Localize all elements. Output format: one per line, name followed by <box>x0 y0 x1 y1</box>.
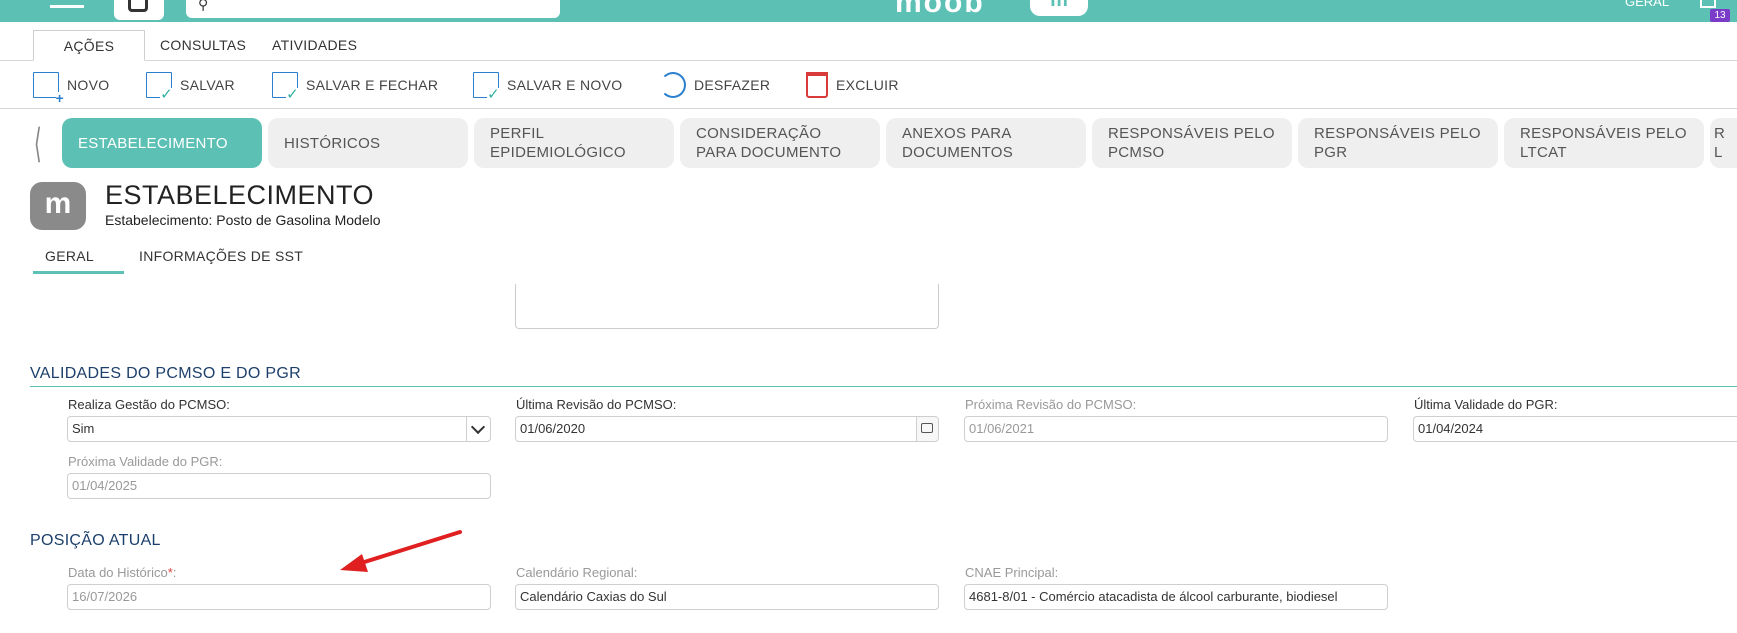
subtab-geral[interactable]: GERAL <box>33 244 124 274</box>
calendario-regional-label: Calendário Regional: <box>516 565 638 580</box>
ultima-revisao-input[interactable]: 01/06/2020 <box>515 416 939 442</box>
ultima-revisao-value: 01/06/2020 <box>520 421 586 436</box>
textarea-field[interactable] <box>515 284 939 329</box>
brand-logo: moob <box>895 0 985 19</box>
proxima-validade-pgr-input: 01/04/2025 <box>67 473 491 499</box>
tab-responsaveis-pcmso[interactable]: RESPONSÁVEIS PELO PCMSO <box>1092 118 1292 168</box>
realiza-gestao-select[interactable]: Sim <box>67 416 491 442</box>
realiza-gestao-value: Sim <box>72 421 95 436</box>
record-tabs: ⟨ ESTABELECIMENTO HISTÓRICOS PERFIL EPID… <box>0 116 1737 170</box>
ultima-validade-pgr-input[interactable]: 01/04/2024 <box>1413 416 1737 442</box>
tab-truncated[interactable]: R L <box>1710 118 1737 168</box>
tab-atividades[interactable]: ATIVIDADES <box>256 30 373 61</box>
data-historico-label-suffix: : <box>172 565 177 580</box>
save-button-label: SALVAR <box>180 77 235 93</box>
proxima-validade-pgr-label: Próxima Validade do PGR: <box>68 454 223 469</box>
company-selector[interactable]: GERAL <box>1625 0 1669 9</box>
trash-icon <box>806 72 828 98</box>
tab-responsaveis-ltcat[interactable]: RESPONSÁVEIS PELO LTCAT <box>1504 118 1704 168</box>
cnae-principal-input[interactable]: 4681-8/01 - Comércio atacadista de álcoo… <box>964 584 1388 610</box>
ultima-validade-pgr-label: Última Validade do PGR: <box>1414 397 1558 412</box>
record-toolbar: + NOVO ✓ SALVAR ✓ SALVAR E FECHAR ✓ SALV… <box>0 61 1737 109</box>
proxima-revisao-input: 01/06/2021 <box>964 416 1388 442</box>
undo-icon <box>660 72 686 98</box>
section-title-posicao: POSIÇÃO ATUAL <box>30 532 161 549</box>
action-menu-tabs: AÇÕES CONSULTAS ATIVIDADES <box>0 22 1737 61</box>
brand-logo-badge: m <box>1030 0 1088 16</box>
subtab-informacoes-sst[interactable]: INFORMAÇÕES DE SST <box>127 244 315 274</box>
undo-button[interactable]: DESFAZER <box>660 69 770 101</box>
save-close-button-label: SALVAR E FECHAR <box>306 77 439 93</box>
entity-subtitle-label: Estabelecimento: <box>105 212 213 228</box>
entity-logo: m <box>30 182 86 230</box>
save-close-button[interactable]: ✓ SALVAR E FECHAR <box>272 69 439 102</box>
home-icon <box>128 0 148 12</box>
bell-icon[interactable] <box>1700 0 1716 8</box>
chevron-down-icon[interactable] <box>466 417 490 441</box>
hamburger-menu-icon[interactable] <box>50 0 84 8</box>
data-historico-label: Data do Histórico*: <box>68 565 176 580</box>
tab-consultas[interactable]: CONSULTAS <box>144 30 262 61</box>
save-icon: ✓ <box>146 72 173 102</box>
ultima-revisao-label: Última Revisão do PCMSO: <box>516 397 677 412</box>
new-button[interactable]: + NOVO <box>33 69 110 105</box>
notification-badge: 13 <box>1710 9 1730 22</box>
new-document-icon: + <box>33 72 64 105</box>
section-title-validades: VALIDADES DO PCMSO E DO PGR <box>30 365 301 382</box>
save-close-icon: ✓ <box>272 72 299 102</box>
search-icon: ⚲ <box>198 0 209 12</box>
save-new-button-label: SALVAR E NOVO <box>507 77 623 93</box>
annotation-arrow-icon <box>340 530 462 572</box>
calendar-icon[interactable] <box>916 417 938 441</box>
tab-estabelecimento[interactable]: ESTABELECIMENTO <box>62 118 262 168</box>
data-historico-input: 16/07/2026 <box>67 584 491 610</box>
tab-anexos-documentos[interactable]: ANEXOS PARA DOCUMENTOS <box>886 118 1086 168</box>
tab-acoes[interactable]: AÇÕES <box>33 30 145 61</box>
top-header-bar: ⚲ moob m GERAL 13 <box>0 0 1737 22</box>
tab-responsaveis-pgr[interactable]: RESPONSÁVEIS PELO PGR <box>1298 118 1498 168</box>
delete-button-label: EXCLUIR <box>836 77 899 93</box>
data-historico-label-text: Data do Histórico <box>68 565 168 580</box>
save-new-icon: ✓ <box>473 72 500 102</box>
realiza-gestao-label: Realiza Gestão do PCMSO: <box>68 397 230 412</box>
entity-subtitle-value: Posto de Gasolina Modelo <box>216 212 381 228</box>
delete-button[interactable]: EXCLUIR <box>806 69 899 101</box>
tab-consideracao-documento[interactable]: CONSIDERAÇÃO PARA DOCUMENTO <box>680 118 880 168</box>
tab-perfil-epidemiologico[interactable]: PERFIL EPIDEMIOLÓGICO <box>474 118 674 168</box>
save-button[interactable]: ✓ SALVAR <box>146 69 235 102</box>
home-button[interactable] <box>114 0 164 20</box>
chevron-left-icon[interactable]: ⟨ <box>34 121 42 167</box>
search-input[interactable]: ⚲ <box>186 0 560 18</box>
cnae-principal-label: CNAE Principal: <box>965 565 1059 580</box>
save-new-button[interactable]: ✓ SALVAR E NOVO <box>473 69 623 102</box>
section-divider <box>30 386 1737 387</box>
new-button-label: NOVO <box>67 77 110 93</box>
tab-historicos[interactable]: HISTÓRICOS <box>268 118 468 168</box>
proxima-revisao-label: Próxima Revisão do PCMSO: <box>965 397 1137 412</box>
page-title: ESTABELECIMENTO <box>105 180 375 210</box>
calendario-regional-input[interactable]: Calendário Caxias do Sul <box>515 584 939 610</box>
entity-subtitle: Estabelecimento: Posto de Gasolina Model… <box>105 212 381 228</box>
undo-button-label: DESFAZER <box>694 77 771 93</box>
